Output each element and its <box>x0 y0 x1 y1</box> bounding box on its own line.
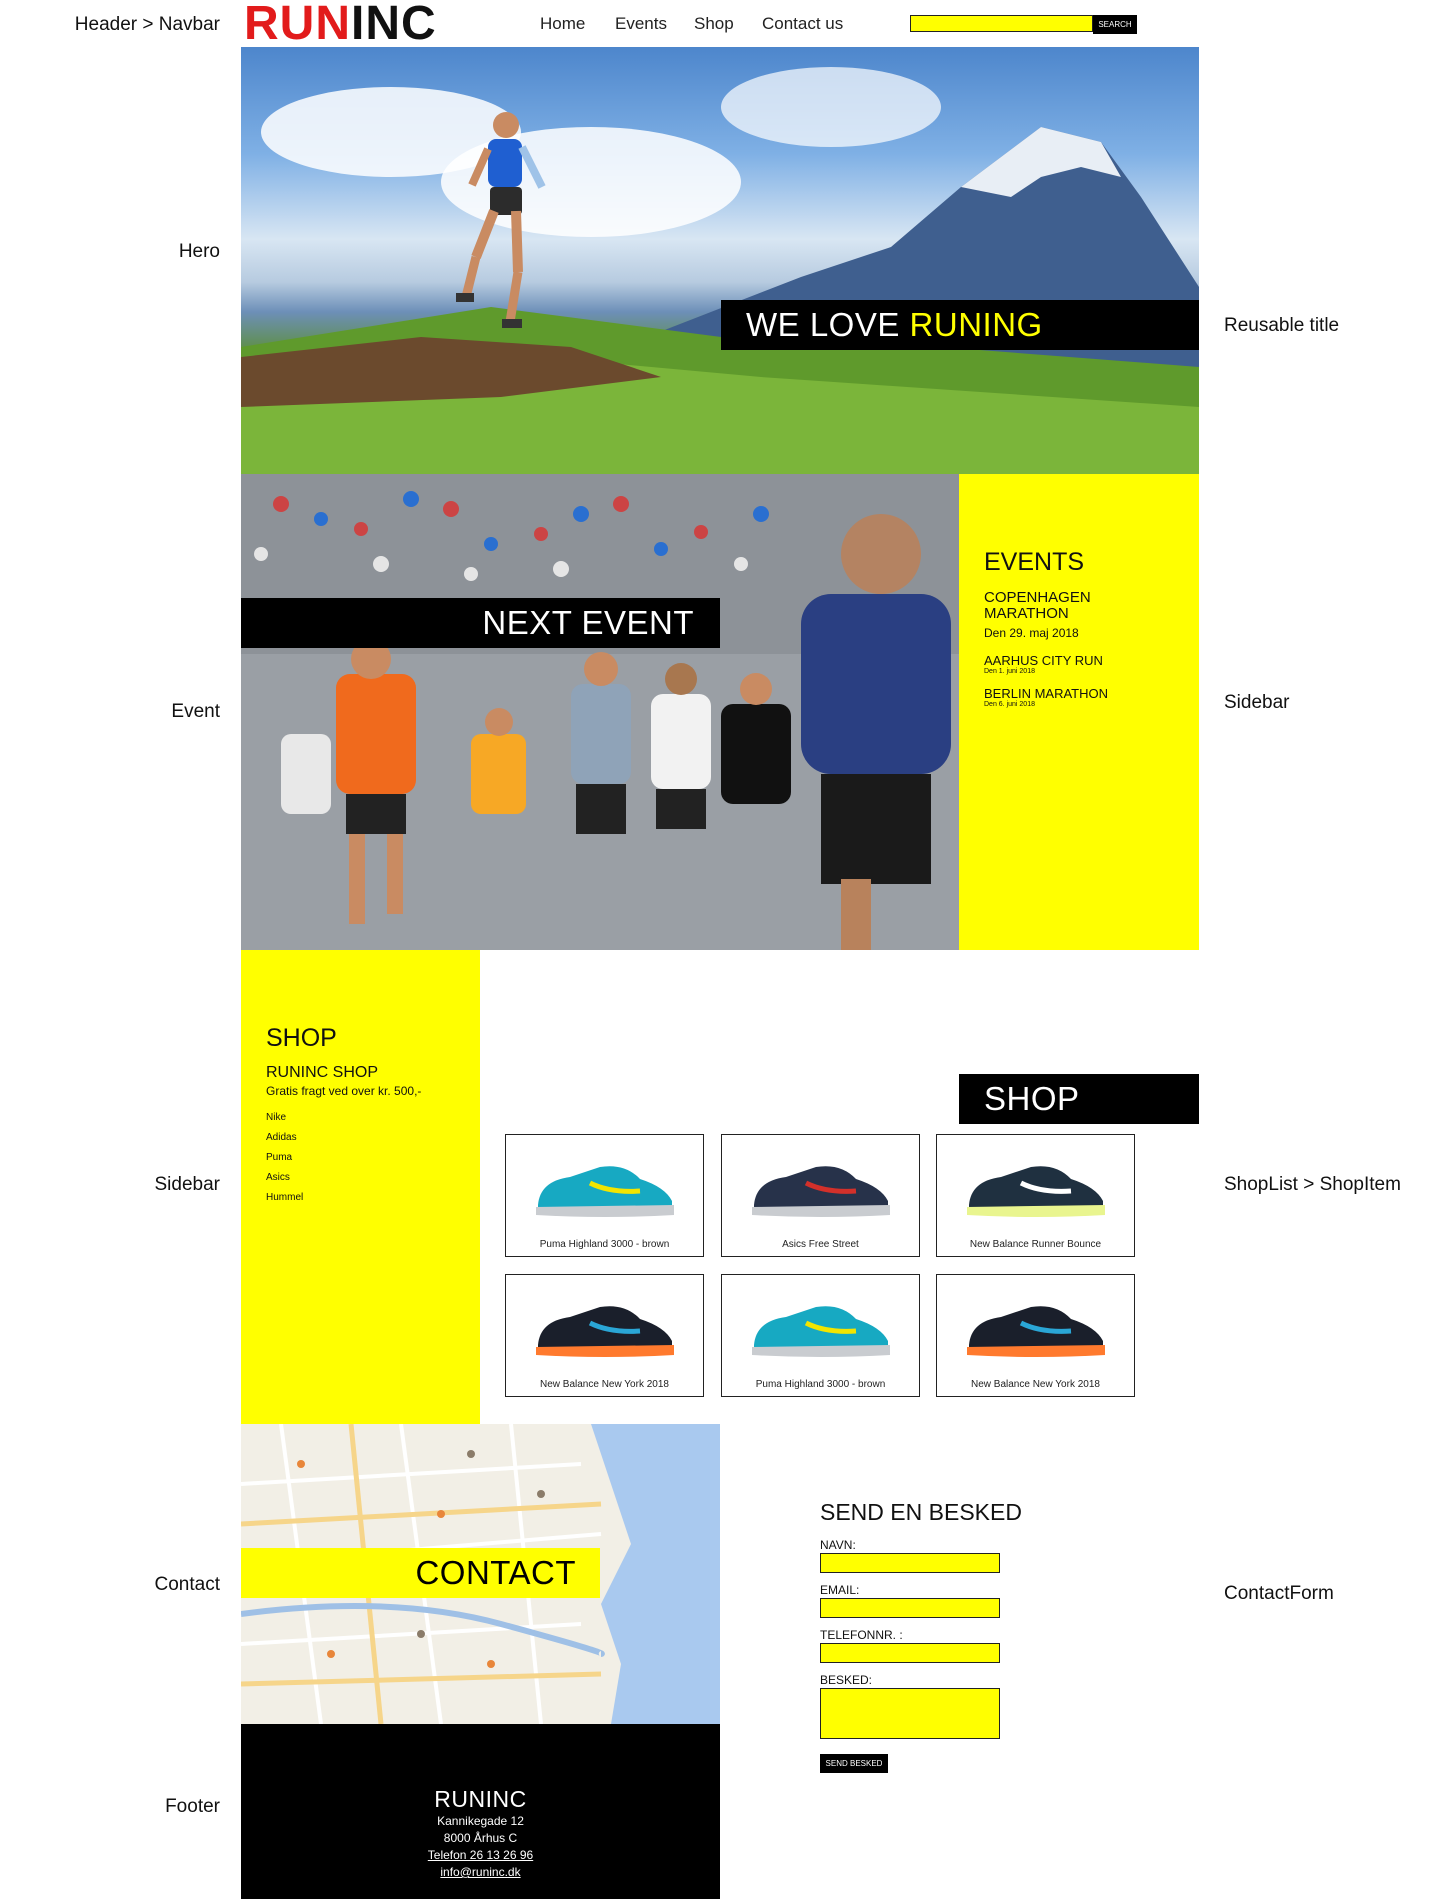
marathon-crowd-illustration <box>241 474 959 950</box>
shop-item[interactable]: New Balance Runner Bounce <box>936 1134 1135 1257</box>
footer-title: RUNINC <box>434 1786 527 1812</box>
brand-link-adidas[interactable]: Adidas <box>266 1132 297 1143</box>
shop-item-name: Puma Highland 3000 - brown <box>539 1239 670 1250</box>
nav-home[interactable]: Home <box>540 14 585 34</box>
brand-link-asics[interactable]: Asics <box>266 1172 290 1183</box>
shop-item[interactable]: Puma Highland 3000 - brown <box>505 1134 704 1257</box>
black-orange-shoe-icon <box>967 1306 1105 1357</box>
phone-input[interactable] <box>820 1643 1000 1663</box>
runner-illustration <box>456 112 546 328</box>
shop-sidebar-tagline: Gratis fragt ved over kr. 500,- <box>266 1084 422 1098</box>
logo-inc: INC <box>351 0 437 50</box>
teal-shoe-icon <box>536 1166 674 1217</box>
logo-run: RUN <box>244 0 351 50</box>
shop-sidebar <box>241 950 480 1424</box>
event-item-name[interactable]: AARHUS CITY RUN <box>984 653 1103 668</box>
message-textarea[interactable] <box>820 1688 1000 1739</box>
event-item-date: Den 6. juni 2018 <box>984 701 1035 708</box>
event-image <box>241 474 959 950</box>
shop-item[interactable]: Puma Highland 3000 - brown <box>721 1274 920 1397</box>
lime-shoe-icon <box>967 1166 1105 1217</box>
shop-item[interactable]: New Balance New York 2018 <box>936 1274 1135 1397</box>
annotation-sidebar-left: Sidebar <box>154 1174 221 1195</box>
annotation-sidebar-right: Sidebar <box>1224 692 1290 713</box>
phone-label: TELEFONNR. : <box>820 1628 903 1642</box>
form-heading: SEND EN BESKED <box>820 1499 1022 1525</box>
search-button[interactable]: SEARCH <box>1093 15 1137 34</box>
shop-item[interactable]: New Balance New York 2018 <box>505 1274 704 1397</box>
hero-title-yellow: RUNING <box>909 306 1043 343</box>
event-title: NEXT EVENT <box>241 598 720 648</box>
footer: RUNINC Kannikegade 12 8000 Århus C Telef… <box>241 1724 720 1899</box>
annotation-footer: Footer <box>165 1796 220 1817</box>
email-input[interactable] <box>820 1598 1000 1618</box>
annotation-contactform: ContactForm <box>1224 1583 1334 1604</box>
shop-sidebar-heading: SHOP <box>266 1024 337 1052</box>
shop-item-name: New Balance Runner Bounce <box>969 1239 1102 1250</box>
name-input[interactable] <box>820 1553 1000 1573</box>
logo[interactable]: RUNINC <box>244 0 437 48</box>
hero-image <box>241 47 1199 474</box>
event-item-name[interactable]: COPENHAGEN MARATHON <box>984 590 1124 622</box>
send-message-button[interactable]: SEND BESKED <box>820 1754 888 1773</box>
footer-city: 8000 Århus C <box>443 1831 518 1845</box>
annotation-header: Header > Navbar <box>74 14 220 35</box>
shop-item-name: New Balance New York 2018 <box>540 1379 669 1390</box>
event-sidebar <box>959 474 1199 950</box>
shop-item-name: Puma Highland 3000 - brown <box>755 1379 886 1390</box>
name-label: NAVN: <box>820 1538 856 1552</box>
message-label: BESKED: <box>820 1673 873 1687</box>
navy-shoe-icon <box>752 1166 890 1217</box>
nav-events[interactable]: Events <box>615 14 667 34</box>
email-label: EMAIL: <box>820 1583 860 1597</box>
shop-sidebar-subheading: RUNINC SHOP <box>266 1064 379 1081</box>
mountain-illustration <box>241 127 1199 474</box>
shop-item-name: New Balance New York 2018 <box>971 1379 1100 1390</box>
event-item-name[interactable]: BERLIN MARATHON <box>984 686 1108 701</box>
shop-item-name: Asics Free Street <box>782 1239 859 1250</box>
nav-contact[interactable]: Contact us <box>762 14 843 34</box>
footer-street: Kannikegade 12 <box>437 1814 524 1828</box>
black-orange-shoe-icon <box>536 1306 674 1357</box>
annotation-contact: Contact <box>154 1574 220 1595</box>
annotation-event: Event <box>171 701 220 722</box>
annotation-reusable-title: Reusable title <box>1224 315 1340 336</box>
brand-link-nike[interactable]: Nike <box>266 1112 286 1123</box>
event-item-date: Den 1. juni 2018 <box>984 668 1035 675</box>
contact-title: CONTACT <box>241 1548 600 1598</box>
annotation-hero: Hero <box>178 241 220 262</box>
shop-title: SHOP <box>959 1074 1199 1124</box>
shop-item[interactable]: Asics Free Street <box>721 1134 920 1257</box>
search-input[interactable] <box>910 15 1093 32</box>
teal-shoe-icon <box>752 1306 890 1357</box>
hero-title: WE LOVE RUNING <box>721 300 1199 350</box>
footer-email-link[interactable]: info@runinc.dk <box>241 1864 720 1881</box>
hero-title-white: WE LOVE <box>746 306 910 343</box>
footer-phone-link[interactable]: Telefon 26 13 26 96 <box>241 1847 720 1864</box>
event-sidebar-heading: EVENTS <box>984 548 1085 576</box>
brand-link-puma[interactable]: Puma <box>266 1152 292 1163</box>
brand-link-hummel[interactable]: Hummel <box>266 1192 303 1203</box>
nav-shop[interactable]: Shop <box>694 14 734 34</box>
event-item-date: Den 29. maj 2018 <box>984 626 1079 640</box>
annotation-shoplist: ShopList > ShopItem <box>1224 1174 1401 1195</box>
